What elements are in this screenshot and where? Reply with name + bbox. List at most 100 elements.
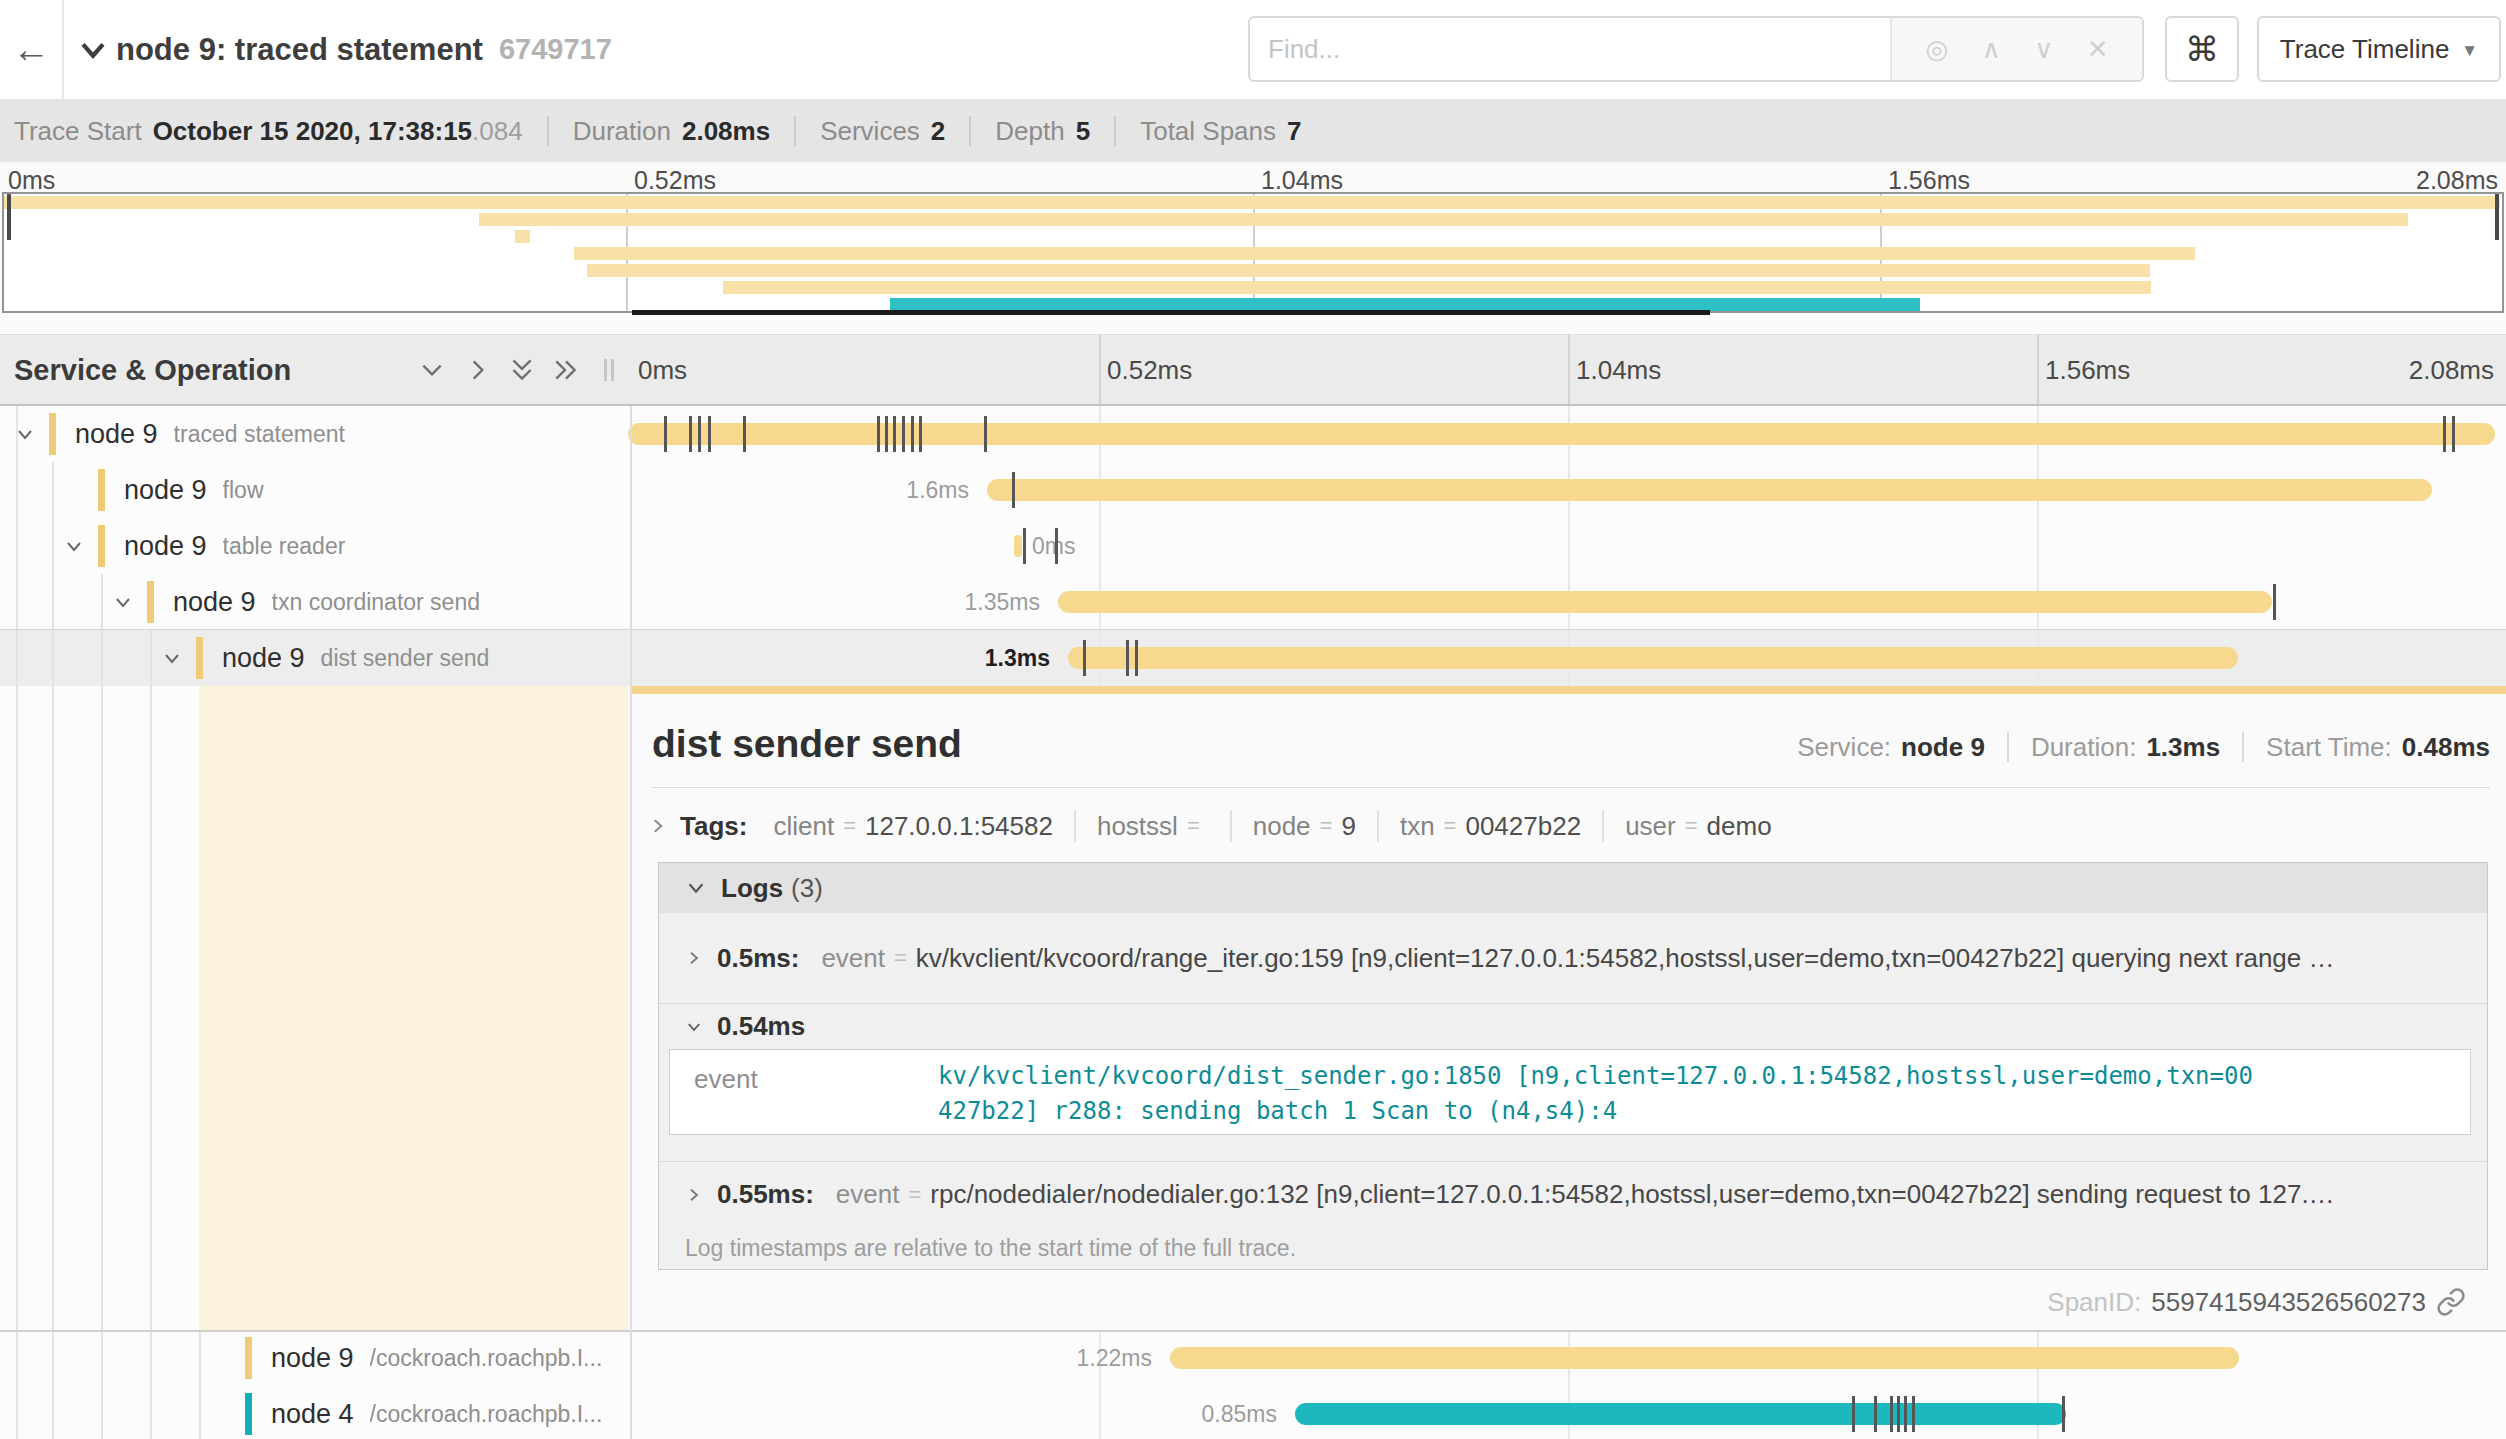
tag-value: 00427b22 <box>1465 811 1581 842</box>
gridline <box>2037 335 2039 404</box>
timeline-axis-tick: 1.56ms <box>2045 335 2130 405</box>
minimap-viewport-bar[interactable] <box>632 310 1710 315</box>
minimap-axis-tick: 0.52ms <box>634 166 716 195</box>
top-navbar: ← node 9: traced statement 6749717 ◎ ∧ ∨… <box>0 0 2506 100</box>
span-log-tick <box>1890 1396 1893 1432</box>
back-button[interactable]: ← <box>0 0 64 99</box>
minimap-canvas[interactable] <box>2 192 2504 313</box>
close-icon[interactable]: ✕ <box>2087 34 2109 65</box>
service-color-stripe <box>147 581 154 623</box>
operation-name: /cockroach.roachpb.I... <box>370 1345 603 1372</box>
page-title: node 9: traced statement 6749717 <box>116 0 612 99</box>
span-row-name[interactable]: node 9/cockroach.roachpb.I... <box>245 1330 630 1386</box>
duration-value: 2.08ms <box>682 116 770 147</box>
service-value: node 9 <box>1901 732 1985 763</box>
service-name: node 9 <box>271 1343 354 1374</box>
tags-row[interactable]: Tags: client=127.0.0.1:54582hostssl=node… <box>648 800 1772 852</box>
span-row-name[interactable]: node 9table reader <box>98 518 630 574</box>
span-duration-label: 1.6ms <box>906 462 969 518</box>
operation-name: traced statement <box>174 421 345 448</box>
span-log-tick <box>1055 528 1058 564</box>
log-timestamp: 0.55ms: <box>717 1179 814 1210</box>
tag-value: demo <box>1707 811 1772 842</box>
trace-start-ms: .084 <box>472 116 523 147</box>
duration-label: Duration: <box>2031 732 2137 763</box>
trace-minimap[interactable]: 0ms0.52ms1.04ms1.56ms2.08ms <box>0 162 2506 334</box>
span-log-tick <box>1874 1396 1877 1432</box>
span-log-tick <box>1912 1396 1915 1432</box>
collapse-trace-chevron-icon[interactable] <box>76 33 110 67</box>
tag-value: 9 <box>1341 811 1355 842</box>
expanded-span-indent <box>199 686 628 1330</box>
span-duration-bar[interactable] <box>1068 647 2238 669</box>
chevron-down-icon[interactable]: ∨ <box>2034 34 2053 65</box>
timeline-axis-tick: 1.04ms <box>1576 335 1661 405</box>
log-field-value: kv/kvclient/kvcoord/dist_sender.go:1850 … <box>938 1050 2253 1134</box>
keyboard-shortcuts-button[interactable]: ⌘ <box>2165 16 2239 82</box>
log-entry-header[interactable]: 0.54ms <box>659 1004 2487 1049</box>
span-id-row: SpanID: 5597415943526560273 <box>2047 1282 2466 1322</box>
service-name: node 9 <box>124 531 207 562</box>
row-collapse-chevron-icon[interactable] <box>160 646 184 670</box>
span-log-tick <box>1135 640 1138 676</box>
span-log-tick <box>1126 640 1129 676</box>
column-resizer[interactable] <box>604 359 618 381</box>
operation-name: dist sender send <box>321 645 490 672</box>
row-collapse-chevron-icon[interactable] <box>62 534 86 558</box>
minimap-right-scrubber[interactable] <box>2495 194 2499 240</box>
row-collapse-chevron-icon[interactable] <box>111 590 135 614</box>
span-row-name[interactable]: node 4/cockroach.roachpb.I... <box>245 1386 630 1439</box>
chevron-up-icon[interactable]: ∧ <box>1982 34 2001 65</box>
expand-one-icon[interactable] <box>464 356 492 384</box>
expand-all-icon[interactable] <box>552 356 580 384</box>
tag-key: txn <box>1400 811 1435 842</box>
span-detail-meta: Service: node 9 Duration: 1.3ms Start Ti… <box>1797 722 2490 772</box>
minimap-left-scrubber[interactable] <box>7 194 11 240</box>
span-row-name[interactable]: node 9flow <box>98 462 630 518</box>
span-duration-label: 1.22ms <box>1077 1330 1152 1386</box>
span-log-tick <box>1897 1396 1900 1432</box>
minimap-axis-tick: 2.08ms <box>2416 166 2498 195</box>
span-log-tick <box>743 416 746 452</box>
span-row-name[interactable]: node 9dist sender send <box>196 630 630 686</box>
view-selector-button[interactable]: Trace Timeline ▼ <box>2257 16 2501 82</box>
span-row-name[interactable]: node 9txn coordinator send <box>147 574 630 630</box>
span-duration-bar[interactable] <box>1014 535 1022 557</box>
start-time-value: 0.48ms <box>2402 732 2490 763</box>
collapse-one-icon[interactable] <box>418 356 446 384</box>
span-duration-bar[interactable] <box>1058 591 2272 613</box>
row-collapse-chevron-icon[interactable] <box>13 422 37 446</box>
span-duration-label: 1.3ms <box>985 630 1050 686</box>
span-log-tick <box>708 416 711 452</box>
span-duration-bar[interactable] <box>1295 1403 2066 1425</box>
span-detail-title: dist sender send <box>652 722 962 766</box>
services-label: Services <box>820 116 920 147</box>
span-row-name[interactable]: node 9traced statement <box>49 406 630 462</box>
minimap-span-bar <box>574 247 2195 260</box>
find-input[interactable] <box>1250 18 1890 80</box>
start-time-label: Start Time: <box>2266 732 2392 763</box>
span-log-tick <box>984 416 987 452</box>
collapse-all-icon[interactable] <box>508 356 536 384</box>
span-duration-bar[interactable] <box>987 479 2432 501</box>
timeline-axis-tick: 0.52ms <box>1107 335 1192 405</box>
divider <box>0 1330 2506 1332</box>
logs-label: Logs <box>721 873 783 904</box>
log-entry[interactable]: 0.55ms: event = rpc/nodedialer/nodediale… <box>659 1161 2487 1227</box>
target-icon[interactable]: ◎ <box>1925 34 1948 65</box>
trace-id: 6749717 <box>499 33 612 66</box>
gridline <box>1099 335 1101 404</box>
tag-value: 127.0.0.1:54582 <box>865 811 1053 842</box>
logs-header[interactable]: Logs (3) <box>659 863 2487 913</box>
span-log-tick <box>1012 472 1015 508</box>
span-log-tick <box>1852 1396 1855 1432</box>
log-entry[interactable]: 0.5ms: event = kv/kvclient/kvcoord/range… <box>659 913 2487 1004</box>
span-log-tick <box>2273 584 2276 620</box>
span-detail-panel: dist sender send Service: node 9 Duratio… <box>630 694 2506 1330</box>
log-value: kv/kvclient/kvcoord/range_iter.go:159 [n… <box>916 943 2335 974</box>
minimap-span-bar <box>515 230 530 243</box>
span-duration-label: 0ms <box>1032 518 1075 574</box>
link-icon[interactable] <box>2436 1287 2466 1317</box>
span-duration-bar[interactable] <box>1170 1347 2239 1369</box>
span-duration-bar[interactable] <box>628 423 2495 445</box>
